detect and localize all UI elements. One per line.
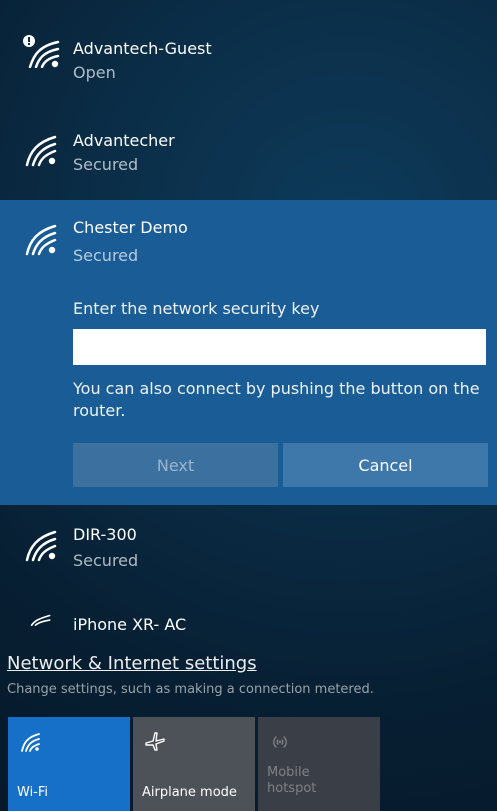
wifi-quick-action[interactable]: Wi-Fi (8, 717, 130, 811)
next-button[interactable]: Next (73, 443, 278, 487)
security-key-prompt: Enter the network security key (73, 299, 320, 318)
quick-action-label: Airplane mode (142, 785, 237, 800)
network-security-key-input[interactable] (73, 329, 486, 365)
router-button-note: You can also connect by pushing the butt… (73, 379, 480, 420)
network-status: Secured (73, 551, 139, 570)
network-name: iPhone XR- AC (73, 615, 187, 634)
network-name: Chester Demo (73, 218, 188, 237)
network-settings-description: Change settings, such as making a connec… (7, 682, 374, 697)
cancel-button[interactable]: Cancel (283, 443, 488, 487)
mobile-hotspot-quick-action[interactable]: Mobile hotspot (258, 717, 380, 811)
airplane-icon (145, 732, 165, 751)
network-name: Advantech-Guest (73, 39, 212, 58)
network-name: Advantecher (73, 131, 175, 150)
network-item-advantecher[interactable]: Advantecher Secured (0, 119, 497, 189)
network-flyout: Advantech-Guest Open Advantecher Secured… (0, 0, 497, 811)
wifi-icon (30, 614, 51, 627)
airplane-mode-quick-action[interactable]: Airplane mode (133, 717, 255, 811)
network-item-advantech-guest[interactable]: Advantech-Guest Open (0, 32, 497, 102)
wifi-secured-icon (25, 135, 57, 167)
quick-action-label: Wi-Fi (17, 785, 49, 800)
network-item-iphone-xr-ac[interactable]: iPhone XR- AC (0, 604, 497, 642)
wifi-secured-icon (25, 530, 57, 562)
network-item-dir-300[interactable]: DIR-300 Secured (0, 514, 497, 584)
wifi-icon (21, 733, 40, 752)
network-status: Open (73, 63, 116, 82)
network-item-chester-demo[interactable]: Chester Demo Secured Enter the network s… (0, 200, 497, 505)
mobile-hotspot-icon (273, 736, 287, 748)
wifi-open-warning-icon (23, 35, 60, 68)
wifi-secured-icon (25, 224, 57, 256)
quick-action-label: Mobile hotspot (267, 765, 317, 796)
network-status: Secured (73, 155, 139, 174)
network-internet-settings-link[interactable]: Network & Internet settings (7, 653, 257, 675)
network-status: Secured (73, 246, 139, 265)
network-name: DIR-300 (73, 525, 137, 544)
